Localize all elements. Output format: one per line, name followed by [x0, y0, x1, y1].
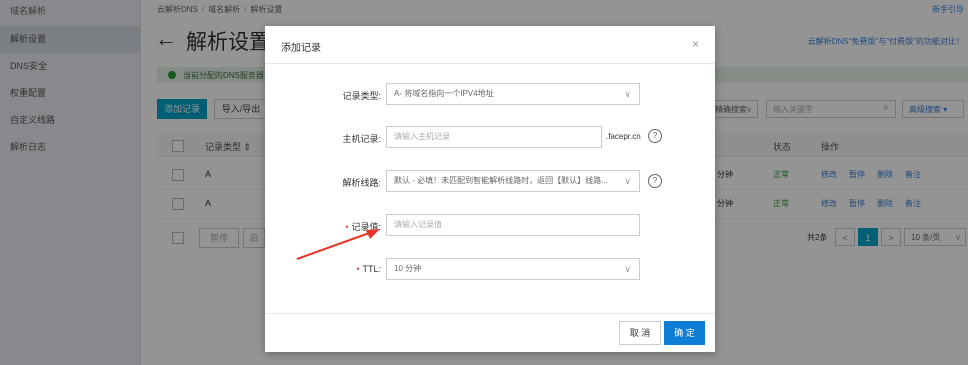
annotation-arrow-icon	[296, 229, 380, 260]
